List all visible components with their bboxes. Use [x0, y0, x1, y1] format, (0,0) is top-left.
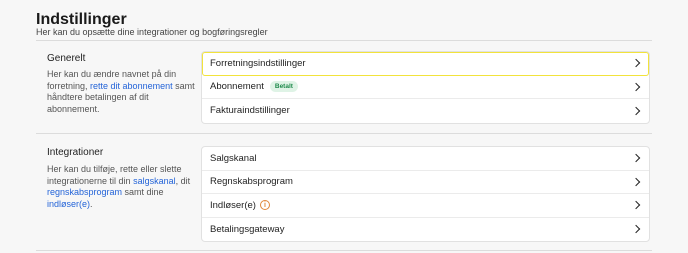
settings-row-forretningsindstillinger[interactable]: Forretningsindstillinger [202, 52, 649, 76]
row-label: Fakturaindstillinger [210, 105, 290, 117]
row-label: Regnskabsprogram [210, 176, 293, 188]
row-label: Abonnement [210, 81, 264, 93]
link-salgskanal[interactable]: salgskanal [133, 176, 176, 186]
section-title-generelt: Generelt [47, 53, 86, 64]
chevron-right-icon [631, 177, 641, 186]
divider [36, 40, 652, 41]
row-label: Salgskanal [210, 152, 257, 164]
settings-row-regnskabsprogram[interactable]: Regnskabsprogram [202, 171, 649, 194]
settings-row-salgskanal[interactable]: Salgskanal [202, 147, 649, 171]
page-subtitle: Her kan du opsætte dine integrationer og… [36, 27, 268, 37]
info-icon[interactable]: i [259, 200, 270, 211]
section-title-integrationer: Integrationer [47, 147, 104, 158]
settings-row-fakturaindstillinger[interactable]: Fakturaindstillinger [202, 99, 649, 123]
integrationer-settings-card: Salgskanal Regnskabsprogram Indløser(e) … [201, 146, 650, 242]
description-text: . [90, 198, 93, 209]
row-label: Indløser(e) [210, 199, 256, 211]
row-label: Forretningsindstillinger [210, 57, 306, 69]
description-text: samt dine [122, 187, 164, 197]
description-text: , dit [175, 175, 191, 186]
link-indloesere[interactable]: indløser(e) [47, 199, 90, 209]
chevron-right-icon [631, 59, 641, 68]
generelt-settings-card: Forretningsindstillinger Abonnement Beta… [201, 51, 650, 124]
chevron-right-icon [631, 154, 641, 163]
section-description-generelt: Her kan du ændre navnet på din forretnin… [47, 69, 197, 115]
settings-row-abonnement[interactable]: Abonnement Betalt [202, 76, 649, 99]
settings-row-indloesere[interactable]: Indløser(e) i [202, 194, 649, 218]
divider [36, 250, 652, 251]
chevron-right-icon [631, 82, 641, 91]
section-description-integrationer: Her kan du tilføje, rette eller slette i… [47, 164, 197, 210]
divider [36, 133, 652, 134]
row-label: Betalingsgateway [210, 223, 285, 235]
status-badge: Betalt [269, 81, 298, 93]
chevron-right-icon [631, 225, 641, 234]
link-regnskabsprogram[interactable]: regnskabsprogram [47, 187, 122, 197]
link-rette-dit-abonnement[interactable]: rette dit abonnement [90, 81, 173, 91]
chevron-right-icon [631, 201, 641, 210]
chevron-right-icon [631, 106, 641, 115]
settings-row-betalingsgateway[interactable]: Betalingsgateway [202, 218, 649, 242]
